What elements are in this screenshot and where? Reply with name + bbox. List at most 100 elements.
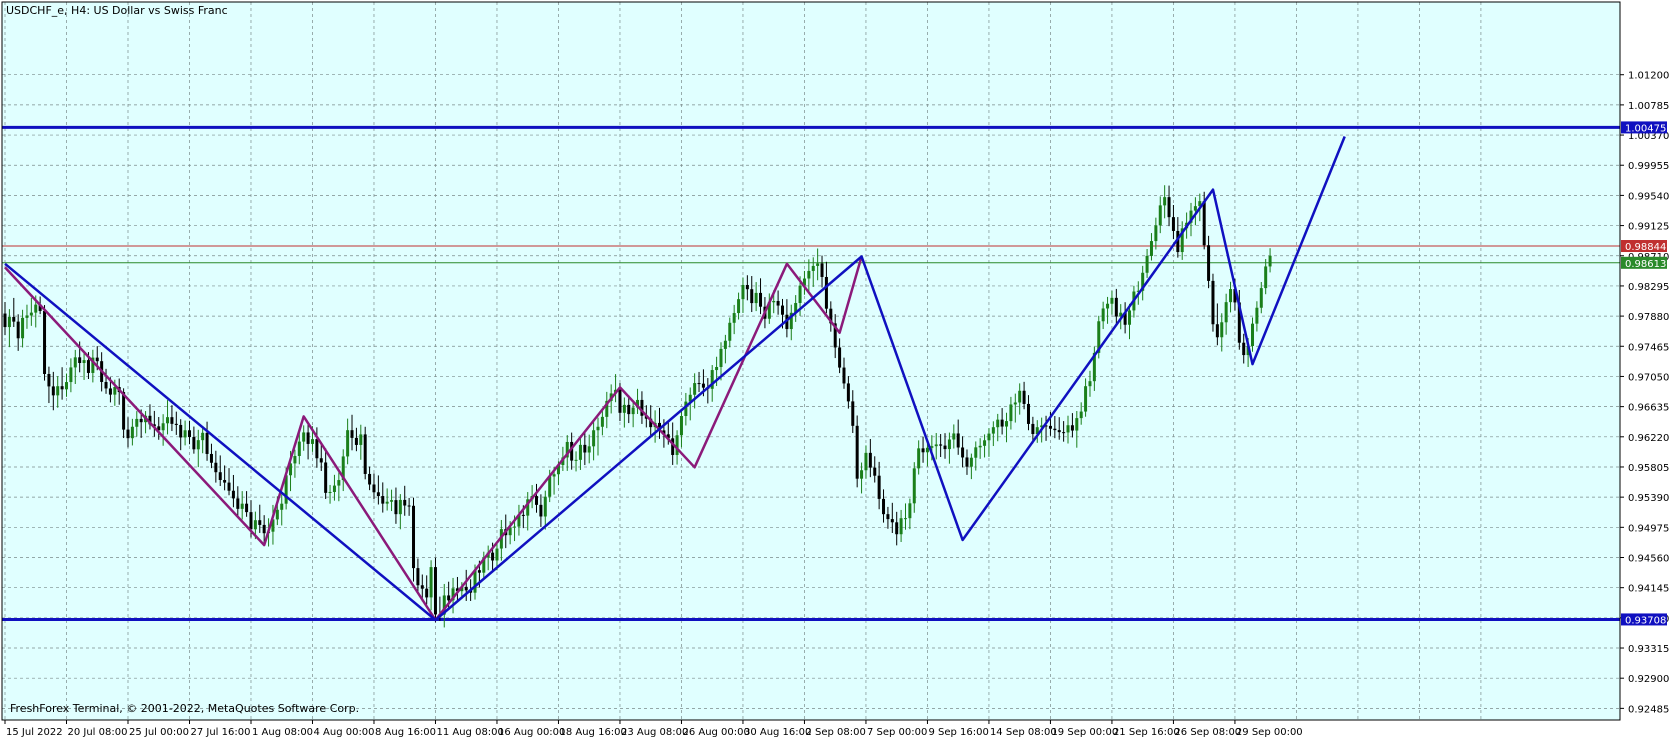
candle-body [319,458,323,463]
price-tick-label: 0.96220 [1628,433,1669,444]
candle-body [776,300,780,306]
candle-body [1022,390,1026,404]
plot-area[interactable] [2,2,1620,720]
candle-body [16,321,20,339]
price-chart[interactable]: 1.012001.007851.003700.999550.995400.991… [0,0,1672,741]
candle-body [381,496,385,504]
candle-body [539,504,543,517]
candle-body [965,457,969,467]
candle-body [1079,411,1083,419]
candle-body [166,417,170,424]
candle-body [187,430,191,438]
time-tick-label: 16 Aug 00:00 [498,727,565,738]
candle-body [139,418,143,423]
time-tick-label: 30 Aug 16:00 [744,727,811,738]
candle-body [29,312,33,316]
time-tick-label: 4 Aug 00:00 [313,727,374,738]
candle-body [7,316,11,328]
candle-body [978,445,982,448]
price-tick-label: 0.95805 [1628,463,1669,474]
time-tick-label: 21 Sep 16:00 [1113,727,1180,738]
candle-body [732,313,736,323]
candle-body [1084,386,1088,412]
candle-body [618,389,622,413]
candle-body [811,265,815,271]
candle-body [324,462,328,493]
candle-body [495,548,499,561]
price-tick-label: 0.92485 [1628,704,1669,715]
candle-body [416,568,420,586]
candle-body [196,440,200,450]
candle-body [1259,288,1263,308]
candle-body [293,455,297,464]
candle-body [1149,241,1153,256]
price-tick-label: 0.94560 [1628,553,1669,564]
candle-body [1207,245,1211,281]
candle-body [403,499,407,506]
candle-body [25,315,29,318]
candle-body [86,360,90,373]
candle-body [877,475,881,499]
candle-body [407,505,411,507]
candle-body [715,366,719,371]
candle-body [798,285,802,304]
candle-body [306,432,310,444]
bid-price-label: 0.98844 [1625,242,1666,253]
candle-body [1158,205,1162,226]
candle-body [952,433,956,440]
candle-body [759,292,763,307]
candle-body [961,447,965,458]
time-tick-label: 29 Sep 00:00 [1236,727,1303,738]
candle-body [679,416,683,436]
candle-body [95,357,99,362]
candle-body [60,386,64,390]
candle-body [1048,425,1052,429]
candle-body [328,491,332,493]
candle-body [991,427,995,434]
candle-body [807,270,811,279]
candle-body [1066,425,1070,433]
candle-body [846,383,850,402]
candle-body [337,480,341,486]
candle-body [205,432,209,454]
candle-body [113,386,117,395]
candle-body [21,317,25,339]
candle-body [3,313,7,328]
candle-body [974,447,978,458]
candle-body [521,514,525,516]
candle-body [56,386,60,396]
candle-body [1211,280,1215,325]
time-tick-label: 20 Jul 08:00 [67,727,127,738]
candle-body [249,512,253,530]
candle-body [535,496,539,505]
candle-body [227,482,231,491]
price-tick-label: 1.00785 [1628,101,1669,112]
candle-body [368,473,372,485]
candle-body [886,514,890,520]
copyright-text: FreshForex Terminal, © 2001-2022, MetaQu… [10,702,359,715]
candle-body [240,503,244,509]
candle-body [873,467,877,476]
candle-body [903,518,907,520]
candle-body [592,430,596,447]
candle-body [943,445,947,450]
candle-body [258,520,262,525]
candle-body [214,462,218,473]
candle-body [43,310,47,374]
price-tick-label: 0.97880 [1628,312,1669,323]
candle-body [477,570,481,573]
price-tick-label: 0.97465 [1628,342,1669,353]
candle-body [816,263,820,266]
candle-body [425,588,429,598]
candle-body [236,498,240,509]
time-tick-label: 7 Sep 00:00 [867,727,927,738]
candle-body [1224,302,1228,323]
candle-body [359,434,363,445]
ask-price-label: 0.98613 [1625,259,1666,270]
candle-body [1106,303,1110,309]
candle-body [473,570,477,593]
candle-body [596,426,600,431]
time-tick-label: 18 Aug 16:00 [559,727,626,738]
price-tick-label: 1.01200 [1628,71,1669,82]
candle-body [302,432,306,442]
